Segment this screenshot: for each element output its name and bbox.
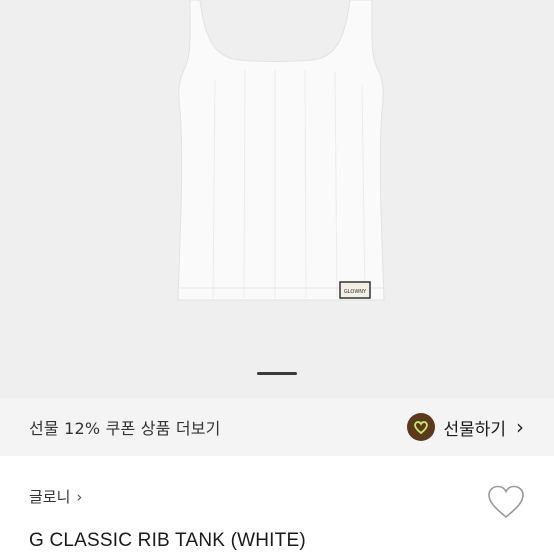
tank-top-illustration: GLOWNY	[177, 0, 385, 301]
brand-name: 글로니	[29, 488, 71, 506]
product-image[interactable]: GLOWNY	[0, 0, 554, 398]
gift-label: 선물하기	[443, 419, 506, 440]
gift-coupon-banner[interactable]: 선물 12% 쿠폰 상품 더보기 선물하기 ›	[0, 398, 554, 456]
gift-button[interactable]: 선물하기 ›	[407, 413, 524, 441]
chevron-right-icon: ›	[76, 487, 83, 506]
heart-outline-icon[interactable]	[486, 484, 526, 520]
gift-heart-icon	[407, 413, 436, 441]
chevron-right-icon: ›	[516, 415, 524, 439]
pager-indicator	[257, 372, 297, 375]
brand-link[interactable]: 글로니 ›	[29, 486, 82, 507]
product-title: G CLASSIC RIB TANK (WHITE)	[29, 530, 306, 551]
brand-tag-text: GLOWNY	[344, 289, 367, 295]
image-pager	[0, 372, 554, 378]
promo-text[interactable]: 선물 12% 쿠폰 상품 더보기	[29, 415, 221, 439]
